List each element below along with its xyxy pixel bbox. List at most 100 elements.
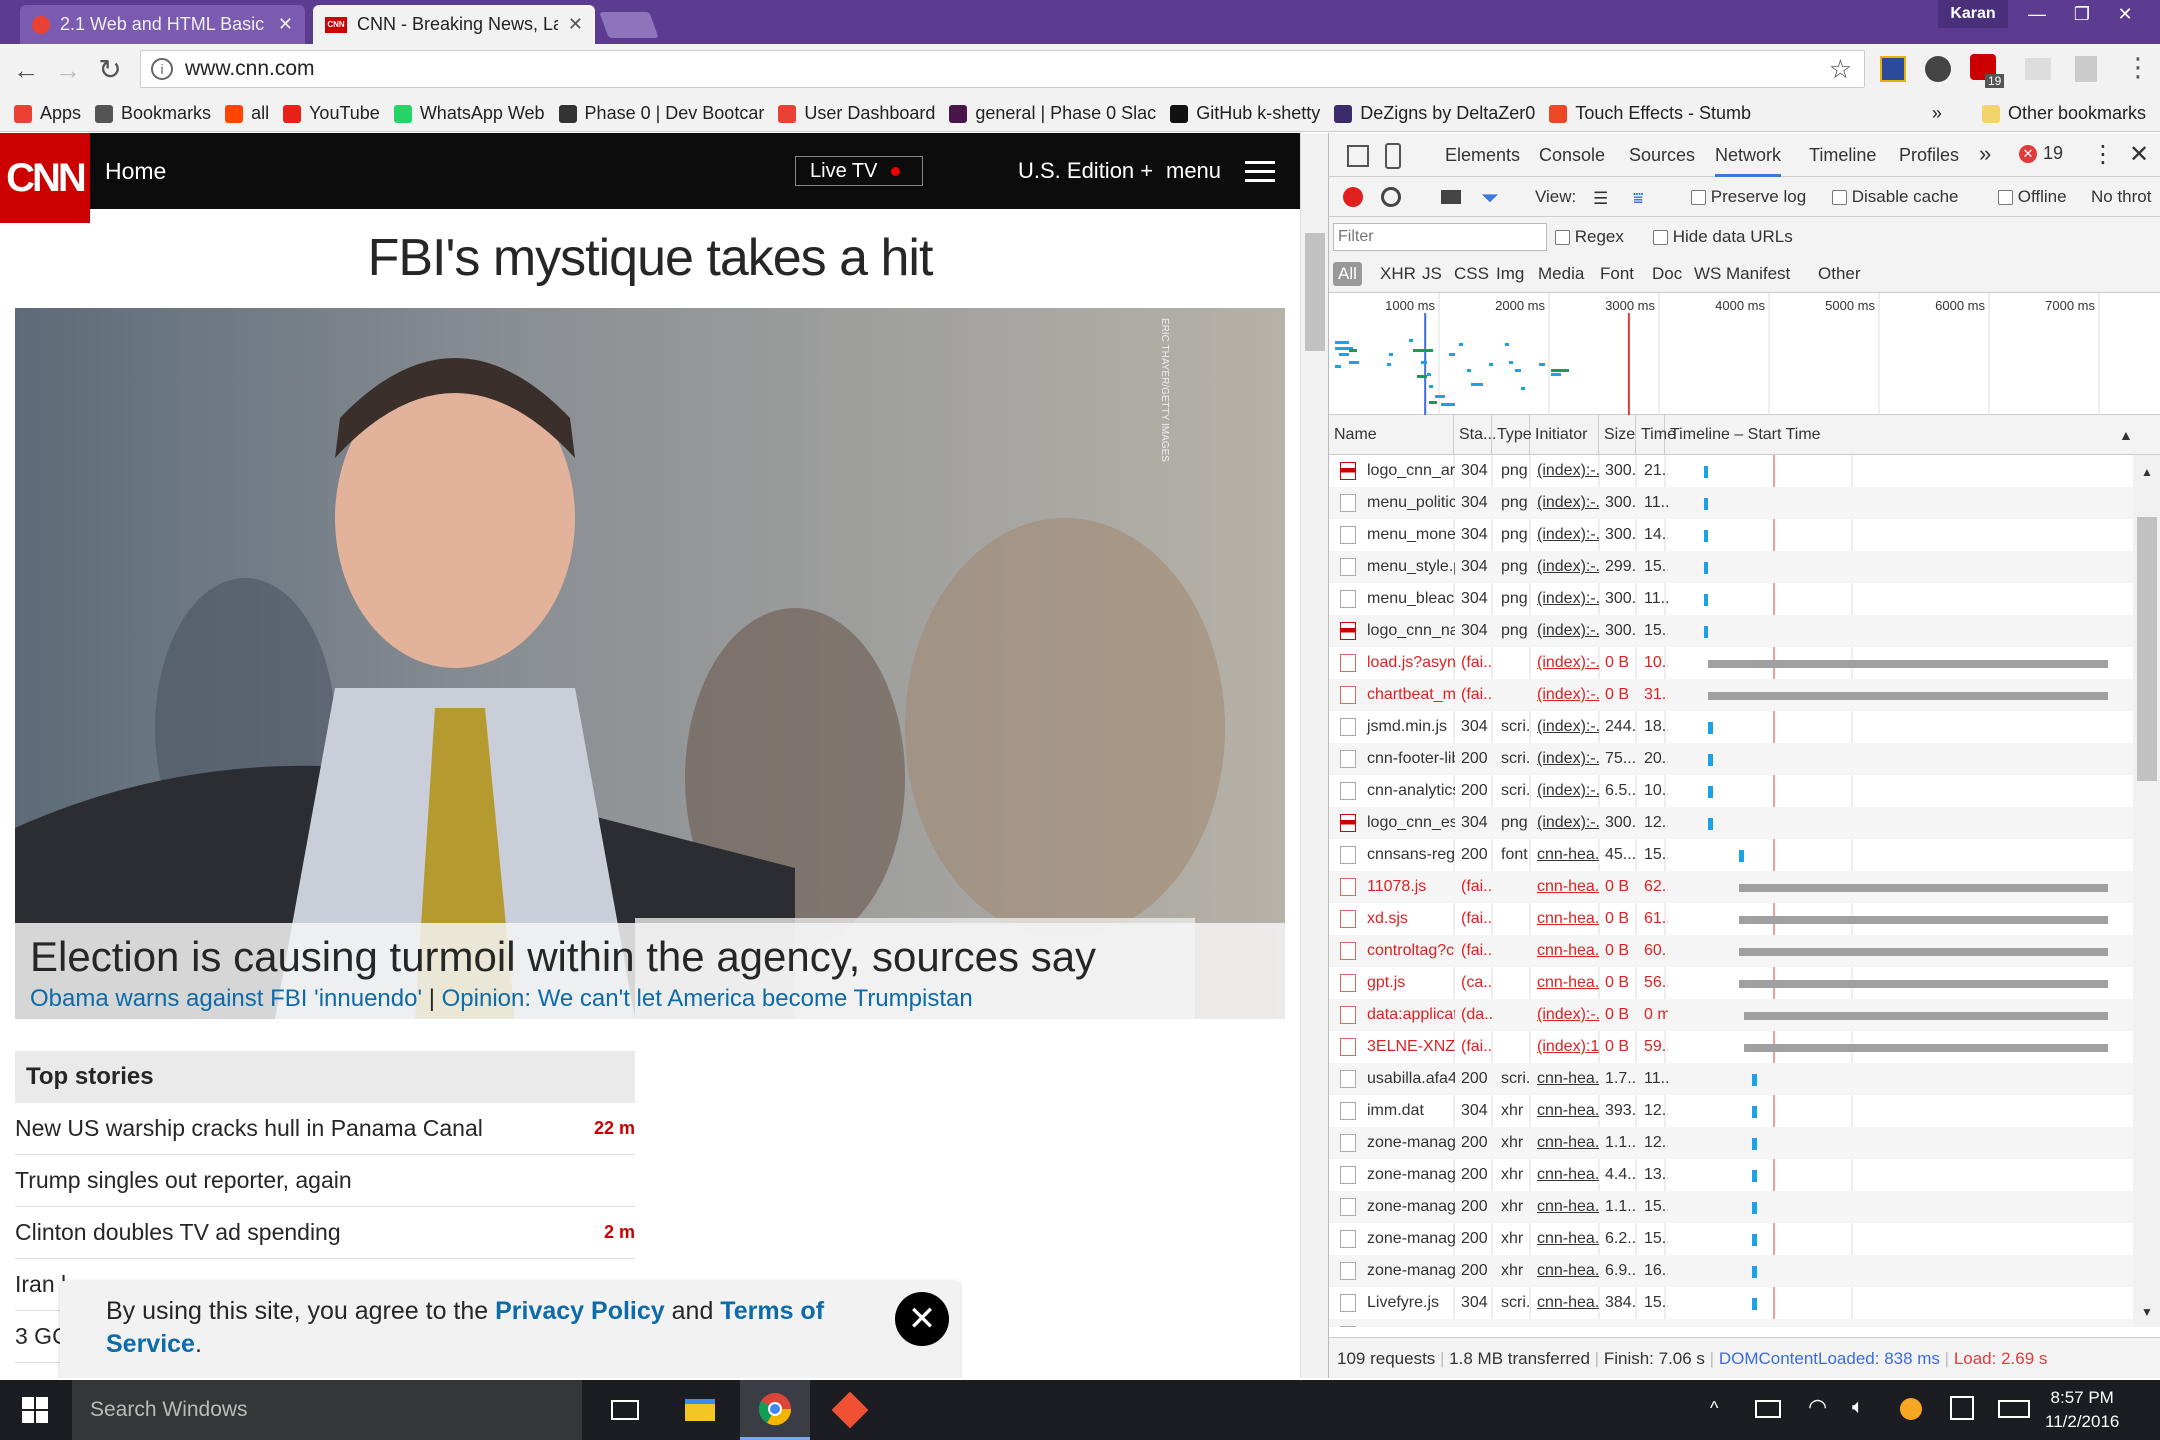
windows-start-icon[interactable] [0, 1380, 70, 1440]
type-filter-doc[interactable]: Doc [1647, 262, 1687, 286]
story-title[interactable]: Iran l [15, 1271, 66, 1298]
privacy-policy-link[interactable]: Privacy Policy [495, 1297, 665, 1325]
menu-label[interactable]: menu [1166, 133, 1221, 209]
error-counter[interactable]: ✕ 19 [2019, 143, 2063, 164]
bookmark-item[interactable]: DeZigns by DeltaZer0 [1334, 103, 1535, 124]
regex-checkbox[interactable]: Regex [1555, 227, 1624, 247]
bookmark-item[interactable]: Touch Effects - Stumb [1549, 103, 1751, 124]
keyboard-icon[interactable] [1998, 1400, 2030, 1418]
request-initiator[interactable]: (index):-... [1533, 487, 1599, 519]
page-scrollbar[interactable] [1300, 133, 1328, 1378]
disable-cache-checkbox[interactable]: Disable cache [1832, 187, 1959, 207]
request-initiator[interactable]: VM144... [1533, 1319, 1599, 1327]
request-initiator[interactable]: (index):-... [1533, 679, 1599, 711]
request-row[interactable]: data:application... (da... (index):-... 0 B… [1329, 999, 2133, 1031]
git-taskbar-icon[interactable] [815, 1380, 885, 1440]
request-initiator[interactable]: (index):-... [1533, 743, 1599, 775]
column-header[interactable]: Time [1636, 415, 1676, 455]
hero-photo[interactable]: ERIC THAYER/GETTY IMAGES [15, 308, 1285, 1019]
request-initiator[interactable]: cnn-hea... [1533, 935, 1599, 967]
bookmark-item[interactable]: all [225, 103, 269, 124]
request-initiator[interactable]: cnn-hea... [1533, 903, 1599, 935]
extension-icon[interactable] [1880, 56, 1906, 82]
request-row[interactable]: jsmd.min.js 304 scri...(index):-... 244... 1… [1329, 711, 2133, 743]
request-row[interactable]: Livefyre.js 304 scri...cnn-hea... 384... 15.… [1329, 1287, 2133, 1319]
devtools-tab-network[interactable]: Network [1715, 133, 1782, 177]
request-row[interactable]: logo_cnn_arabic... 304 png (index):-... 300.… [1329, 455, 2133, 487]
request-initiator[interactable]: (index):-... [1533, 647, 1599, 679]
story-title[interactable]: Clinton doubles TV ad spending [15, 1219, 341, 1246]
devtools-close-icon[interactable]: ✕ [2129, 140, 2149, 169]
preserve-log-checkbox[interactable]: Preserve log [1691, 187, 1806, 207]
bookmark-item[interactable]: User Dashboard [778, 103, 935, 124]
type-filter-css[interactable]: CSS [1449, 262, 1494, 286]
request-row[interactable]: xd.sjs (fai... cnn-hea... 0 B 61... [1329, 903, 2133, 935]
devtools-tab-elements[interactable]: Elements [1445, 133, 1520, 177]
bookmark-item[interactable]: Bookmarks [95, 103, 211, 124]
request-row[interactable]: logo_cnn_espani... 304 png (index):-... 300.… [1329, 807, 2133, 839]
devtools-menu-icon[interactable]: ⋮ [2091, 140, 2115, 169]
request-initiator[interactable]: (index):-... [1533, 615, 1599, 647]
sort-indicator-icon[interactable]: ▲ [2119, 415, 2133, 455]
story-item[interactable]: New US warship cracks hull in Panama Can… [15, 1103, 635, 1155]
back-button[interactable]: ← [10, 54, 42, 86]
large-rows-icon[interactable]: ☰ [1593, 189, 1608, 209]
request-row[interactable]: cnnsans-regular... 200 font cnn-hea... 45...… [1329, 839, 2133, 871]
info-icon[interactable]: i [151, 58, 173, 80]
request-initiator[interactable]: cnn-hea... [1533, 1159, 1599, 1191]
type-filter-manifest[interactable]: Manifest [1721, 262, 1795, 286]
request-row[interactable]: zone-manager.i... 200 xhr cnn-hea... 4.4... 1… [1329, 1159, 2133, 1191]
request-initiator[interactable]: cnn-hea... [1533, 871, 1599, 903]
request-row[interactable]: cnn-footer-lib.m... 200 scri...(index):-..… [1329, 743, 2133, 775]
request-row[interactable]: menu_money.png 304 png (index):-... 300... 14… [1329, 519, 2133, 551]
request-row[interactable]: 11078.js (fai... cnn-hea... 0 B 62... [1329, 871, 2133, 903]
url-text[interactable]: www.cnn.com [185, 57, 315, 81]
bookmarks-overflow-icon[interactable]: » [1932, 103, 1942, 124]
caption-headline[interactable]: Election is causing turmoil within the a… [30, 933, 1096, 981]
overview-icon[interactable]: ⩸ [1633, 189, 1643, 209]
request-row[interactable]: chartbeat_mab.js (fai... (index):-... 0 B 31… [1329, 679, 2133, 711]
column-header[interactable]: Initiator [1530, 415, 1599, 455]
request-initiator[interactable]: cnn-hea... [1533, 967, 1599, 999]
forward-button[interactable]: → [52, 54, 84, 86]
filter-icon[interactable]: ⏷ [1481, 185, 1499, 211]
caption-link-opinion[interactable]: Opinion: We can't let America become Tru… [442, 985, 973, 1012]
new-tab-button[interactable] [599, 12, 659, 38]
extension-icon[interactable] [2075, 56, 2097, 82]
address-bar[interactable]: i www.cnn.com ☆ [140, 50, 1865, 88]
request-row[interactable]: usabilla.afa4ae6... 200 scri...cnn-hea... 1… [1329, 1063, 2133, 1095]
request-row[interactable]: load.js?async=tr... (fai... (index):-... 0 … [1329, 647, 2133, 679]
capture-screenshots-icon[interactable] [1441, 190, 1461, 204]
request-row[interactable]: menu_bleacher... 304 png (index):-... 300...… [1329, 583, 2133, 615]
request-initiator[interactable]: cnn-hea... [1533, 839, 1599, 871]
reload-button[interactable]: ↻ [94, 54, 126, 86]
request-initiator[interactable]: (index):-... [1533, 551, 1599, 583]
request-initiator[interactable]: (index):-... [1533, 583, 1599, 615]
request-initiator[interactable]: (index):-... [1533, 519, 1599, 551]
scroll-down-icon[interactable]: ▼ [2141, 1305, 2153, 1319]
devtools-tab-timeline[interactable]: Timeline [1809, 133, 1876, 177]
bookmark-item[interactable]: YouTube [283, 103, 380, 124]
extension-icon[interactable] [1925, 56, 1951, 82]
volume-icon[interactable]: 🔈︎ [1852, 1396, 1864, 1419]
inspect-element-icon[interactable] [1347, 145, 1369, 167]
request-row[interactable]: menu_politics.png 304 png (index):-... 300..… [1329, 487, 2133, 519]
story-title[interactable]: Trump singles out reporter, again [15, 1167, 352, 1194]
tab-close-icon[interactable]: ✕ [278, 14, 293, 35]
request-initiator[interactable]: cnn-hea... [1533, 1223, 1599, 1255]
filter-input[interactable] [1333, 223, 1547, 251]
restore-button[interactable]: ❐ [2060, 0, 2104, 28]
bookmark-star-icon[interactable]: ☆ [1829, 54, 1852, 85]
request-initiator[interactable]: cnn-hea... [1533, 1255, 1599, 1287]
request-row[interactable]: cnn-homepage...304 scri...VM144...244...1… [1329, 1319, 2133, 1327]
page-headline[interactable]: FBI's mystique takes a hit [0, 228, 1300, 288]
request-initiator[interactable]: cnn-hea... [1533, 1287, 1599, 1319]
more-tabs-icon[interactable]: » [1979, 141, 1991, 167]
request-row[interactable]: gpt.js (ca... cnn-hea... 0 B 56... [1329, 967, 2133, 999]
request-row[interactable]: logo_cnn_nav_b... 304 png (index):-... 300..… [1329, 615, 2133, 647]
tab-close-icon[interactable]: ✕ [568, 14, 583, 35]
request-initiator[interactable]: (index):-... [1533, 807, 1599, 839]
cnn-logo[interactable]: CNN [0, 133, 90, 223]
story-item[interactable]: Trump singles out reporter, again [15, 1155, 635, 1207]
tab-cnn[interactable]: CNN CNN - Breaking News, La ✕ [313, 5, 595, 44]
